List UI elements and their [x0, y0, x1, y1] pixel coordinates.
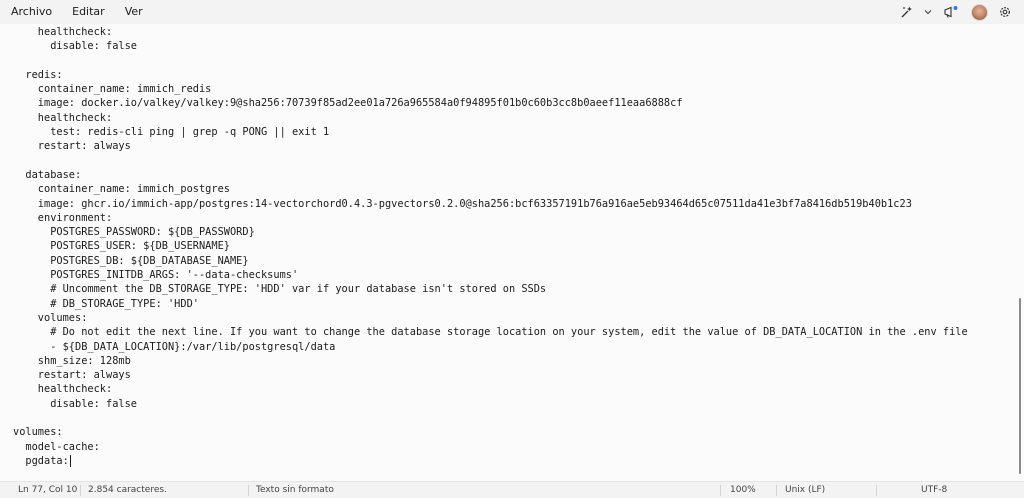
- code-line-text: pgdata:: [13, 454, 69, 467]
- code-line: container_name: immich_redis: [13, 83, 212, 96]
- code-line: redis:: [13, 68, 63, 81]
- code-line: - ${DB_DATA_LOCATION}:/var/lib/postgresq…: [13, 340, 336, 353]
- text-editor[interactable]: healthcheck: disable: false redis: conta…: [0, 24, 1016, 478]
- code-line: # DB_STORAGE_TYPE: 'HDD': [13, 297, 199, 310]
- code-line: POSTGRES_PASSWORD: ${DB_PASSWORD}: [13, 226, 255, 239]
- status-divider: [776, 485, 777, 496]
- scrollbar-thumb[interactable]: [1019, 298, 1021, 474]
- code-line: model-cache:: [13, 440, 100, 453]
- status-position: Ln 77, Col 10: [18, 485, 78, 495]
- status-divider: [720, 485, 721, 496]
- account-button[interactable]: [966, 0, 992, 24]
- code-line: # Do not edit the next line. If you want…: [13, 326, 968, 339]
- menu-archivo[interactable]: Archivo: [0, 1, 62, 23]
- text-cursor: [69, 454, 71, 467]
- editor-content[interactable]: healthcheck: disable: false redis: conta…: [13, 25, 968, 468]
- code-line: image: ghcr.io/immich-app/postgres:14-ve…: [13, 197, 912, 210]
- copilot-icon: [900, 5, 914, 19]
- notifications-button[interactable]: [936, 0, 966, 24]
- code-line-last: pgdata:: [13, 454, 968, 468]
- copilot-dropdown-button[interactable]: [920, 0, 936, 24]
- code-line: image: docker.io/valkey/valkey:9@sha256:…: [13, 97, 683, 110]
- code-line: test: redis-cli ping | grep -q PONG || e…: [13, 126, 330, 139]
- status-format: Texto sin formato: [256, 485, 334, 495]
- code-line: healthcheck:: [13, 26, 113, 38]
- status-divider: [248, 485, 249, 496]
- code-line: POSTGRES_INITDB_ARGS: '--data-checksums': [13, 269, 299, 282]
- code-line: disable: false: [13, 40, 137, 53]
- code-line: shm_size: 128mb: [13, 354, 131, 367]
- code-line: # Uncomment the DB_STORAGE_TYPE: 'HDD' v…: [13, 283, 547, 296]
- code-line: POSTGRES_DB: ${DB_DATABASE_NAME}: [13, 254, 249, 267]
- status-bar: Ln 77, Col 10 2.854 caracteres. Texto si…: [0, 481, 1024, 498]
- code-line: database:: [13, 168, 82, 181]
- chevron-down-icon: [923, 7, 933, 17]
- menu-ver[interactable]: Ver: [115, 1, 153, 23]
- code-line: restart: always: [13, 140, 131, 153]
- menu-editar[interactable]: Editar: [62, 1, 115, 23]
- status-zoom[interactable]: 100%: [730, 482, 756, 498]
- status-char-count: 2.854 caracteres.: [88, 485, 167, 495]
- toolbar-right: [894, 0, 1018, 24]
- code-line: POSTGRES_USER: ${DB_USERNAME}: [13, 240, 230, 253]
- code-line: restart: always: [13, 369, 131, 382]
- status-encoding[interactable]: UTF-8: [921, 482, 947, 498]
- status-divider: [80, 485, 81, 496]
- notification-icon: [943, 5, 959, 19]
- settings-button[interactable]: [992, 0, 1018, 24]
- code-line: volumes:: [13, 311, 88, 324]
- copilot-button[interactable]: [894, 0, 920, 24]
- code-line: container_name: immich_postgres: [13, 183, 230, 196]
- code-line: environment:: [13, 211, 113, 224]
- code-line: healthcheck:: [13, 383, 113, 396]
- vertical-scrollbar[interactable]: [1016, 24, 1024, 478]
- code-line: healthcheck:: [13, 111, 113, 124]
- code-line: disable: false: [13, 397, 137, 410]
- avatar: [970, 3, 988, 21]
- settings-icon: [998, 5, 1012, 19]
- status-divider: [876, 485, 877, 496]
- status-line-ending[interactable]: Unix (LF): [785, 482, 825, 498]
- menu-bar: Archivo Editar Ver: [0, 0, 1024, 24]
- code-line: volumes:: [13, 426, 63, 439]
